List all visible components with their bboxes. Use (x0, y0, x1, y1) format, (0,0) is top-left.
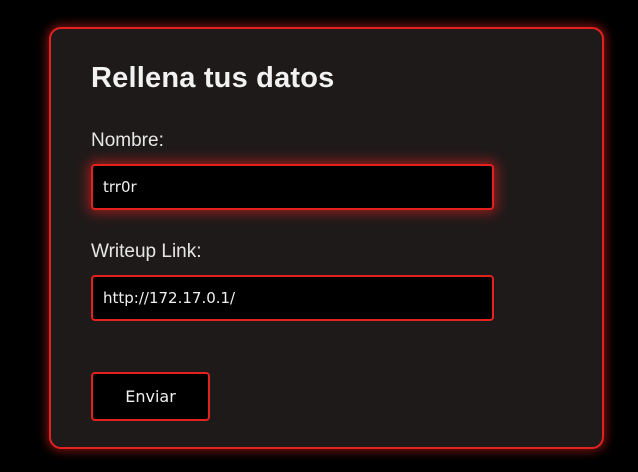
form-card: Rellena tus datos Nombre: Writeup Link: … (49, 27, 604, 449)
submit-button[interactable]: Enviar (91, 372, 210, 421)
name-label: Nombre: (91, 130, 164, 151)
writeup-link-input[interactable] (91, 275, 494, 321)
writeup-link-label: Writeup Link: (91, 241, 202, 262)
name-input[interactable] (91, 164, 494, 210)
form-title: Rellena tus datos (91, 62, 335, 94)
